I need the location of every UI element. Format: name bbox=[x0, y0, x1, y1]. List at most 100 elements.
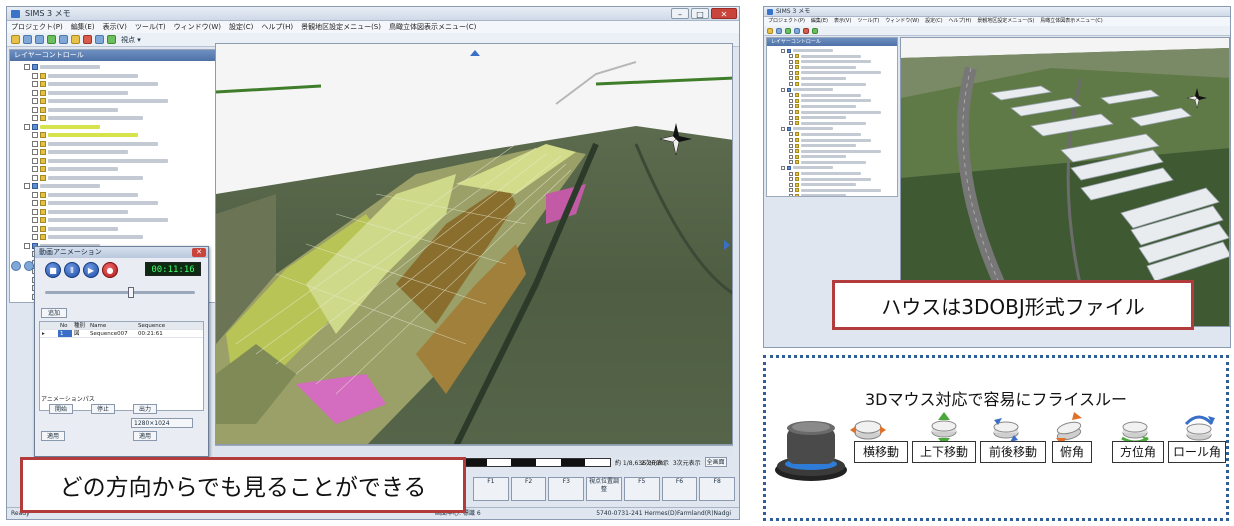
menu-landscape[interactable]: 景観地区設定メニュー(S) bbox=[301, 21, 381, 33]
checkbox[interactable] bbox=[789, 154, 793, 159]
tree-row[interactable] bbox=[24, 123, 216, 131]
play-icon[interactable]: ■ bbox=[45, 262, 61, 278]
checkbox[interactable] bbox=[789, 171, 793, 176]
fkey-3[interactable]: F3 bbox=[548, 477, 585, 501]
checkbox[interactable] bbox=[789, 143, 793, 148]
checkbox[interactable] bbox=[32, 106, 38, 113]
tree-row[interactable] bbox=[781, 104, 897, 109]
fkey-5[interactable]: F5 bbox=[623, 477, 660, 501]
tree-row[interactable] bbox=[781, 160, 897, 165]
menu2-landscape[interactable]: 景観地区設定メニュー(S) bbox=[977, 17, 1034, 26]
checkbox[interactable] bbox=[789, 121, 793, 126]
tree-row[interactable] bbox=[24, 182, 216, 190]
tree-row[interactable] bbox=[24, 140, 216, 148]
checkbox[interactable] bbox=[789, 149, 793, 154]
tree-row[interactable] bbox=[24, 89, 216, 97]
3d-viewport[interactable] bbox=[215, 43, 733, 445]
menu2-project[interactable]: プロジェクト(P) bbox=[768, 17, 805, 26]
tree-row[interactable] bbox=[781, 54, 897, 59]
tree-row[interactable] bbox=[781, 70, 897, 75]
checkbox[interactable] bbox=[32, 89, 38, 96]
save-icon[interactable] bbox=[23, 35, 32, 44]
pause-icon[interactable]: Ⅱ bbox=[64, 262, 80, 278]
tree-row[interactable] bbox=[781, 182, 897, 187]
tree-row[interactable] bbox=[24, 174, 216, 182]
checkbox[interactable] bbox=[24, 64, 30, 70]
tree-row[interactable] bbox=[24, 191, 216, 199]
tree-row[interactable] bbox=[24, 225, 216, 233]
checkbox[interactable] bbox=[789, 54, 793, 59]
slider-knob[interactable] bbox=[128, 287, 134, 298]
layer-icon[interactable] bbox=[47, 35, 56, 44]
tree-row[interactable] bbox=[24, 114, 216, 122]
tree-row[interactable] bbox=[781, 115, 897, 120]
menu-help[interactable]: ヘルプ(H) bbox=[261, 21, 293, 33]
checkbox[interactable] bbox=[32, 140, 38, 147]
viewpoint-dropdown[interactable]: 視点 ▾ bbox=[121, 35, 141, 45]
dialog-close-button[interactable]: 適用 bbox=[41, 431, 65, 441]
resolution-select[interactable]: 1280×1024 bbox=[131, 418, 193, 428]
menu-settings[interactable]: 設定(C) bbox=[229, 21, 253, 33]
checkbox[interactable] bbox=[789, 70, 793, 75]
tree-row[interactable] bbox=[781, 126, 897, 131]
pointer-icon[interactable] bbox=[95, 35, 104, 44]
tree-row[interactable] bbox=[781, 138, 897, 143]
stop-button[interactable]: 停止 bbox=[91, 404, 115, 414]
checkbox[interactable] bbox=[32, 132, 38, 138]
tree-row[interactable] bbox=[781, 98, 897, 103]
checkbox[interactable] bbox=[789, 65, 793, 70]
print-icon[interactable] bbox=[35, 35, 44, 44]
stop-icon[interactable]: ▶ bbox=[83, 262, 99, 278]
open-icon-2[interactable] bbox=[767, 27, 773, 34]
menu2-view[interactable]: 表示(V) bbox=[834, 17, 851, 26]
add-button[interactable]: 追加 bbox=[41, 308, 67, 318]
checkbox[interactable] bbox=[32, 200, 38, 206]
time-slider[interactable] bbox=[45, 287, 195, 298]
fkey-2[interactable]: F2 bbox=[510, 477, 547, 501]
checkbox[interactable] bbox=[789, 104, 793, 109]
output-button[interactable]: 出力 bbox=[133, 404, 157, 414]
menu-edit[interactable]: 編集(E) bbox=[71, 21, 95, 33]
tree-row[interactable] bbox=[24, 208, 216, 216]
tree-row[interactable] bbox=[781, 121, 897, 126]
start-button[interactable]: 開始 bbox=[49, 404, 73, 414]
menu-birdseye[interactable]: 鳥瞰立体図表示メニュー(C) bbox=[389, 21, 476, 33]
checkbox[interactable] bbox=[789, 188, 793, 193]
checkbox[interactable] bbox=[24, 183, 30, 189]
checkbox[interactable] bbox=[781, 165, 785, 170]
tree-row[interactable] bbox=[781, 82, 897, 87]
tree-row[interactable] bbox=[24, 233, 216, 241]
tree-row[interactable] bbox=[781, 65, 897, 70]
checkbox[interactable] bbox=[32, 81, 38, 87]
tree-row[interactable] bbox=[781, 188, 897, 193]
tree-row[interactable] bbox=[24, 148, 216, 156]
maximize-button[interactable]: □ bbox=[691, 8, 709, 19]
globe-icon[interactable] bbox=[59, 35, 68, 44]
checkbox[interactable] bbox=[789, 76, 793, 81]
close-button[interactable]: ✕ bbox=[711, 8, 737, 19]
menu2-birdseye[interactable]: 鳥瞰立体図表示メニュー(C) bbox=[1040, 17, 1102, 26]
panel-tab-icon[interactable] bbox=[11, 261, 21, 271]
folder-icon[interactable] bbox=[71, 35, 80, 44]
checkbox[interactable] bbox=[789, 177, 793, 182]
checkbox[interactable] bbox=[32, 72, 38, 79]
tree-row[interactable] bbox=[781, 143, 897, 148]
tree-row[interactable] bbox=[781, 110, 897, 115]
radio-2d[interactable]: 2次元表示 bbox=[641, 458, 669, 467]
checkbox[interactable] bbox=[32, 191, 38, 198]
fullscreen-button[interactable]: 全画面 bbox=[704, 457, 727, 467]
tree-row[interactable] bbox=[781, 87, 897, 92]
checkbox[interactable] bbox=[24, 123, 30, 130]
tree-row[interactable] bbox=[781, 165, 897, 170]
fkey-8[interactable]: F8 bbox=[699, 477, 736, 501]
tree-row[interactable] bbox=[781, 76, 897, 81]
tree-row[interactable] bbox=[781, 93, 897, 98]
tree-row[interactable] bbox=[24, 106, 216, 114]
checkbox[interactable] bbox=[24, 242, 30, 249]
viewpoint-icon[interactable] bbox=[107, 35, 116, 44]
tree-row[interactable] bbox=[24, 157, 216, 165]
tree-row[interactable] bbox=[781, 48, 897, 53]
apply-button[interactable]: 適用 bbox=[133, 431, 157, 441]
second-layer-tree[interactable] bbox=[767, 46, 897, 196]
checkbox[interactable] bbox=[32, 98, 38, 104]
